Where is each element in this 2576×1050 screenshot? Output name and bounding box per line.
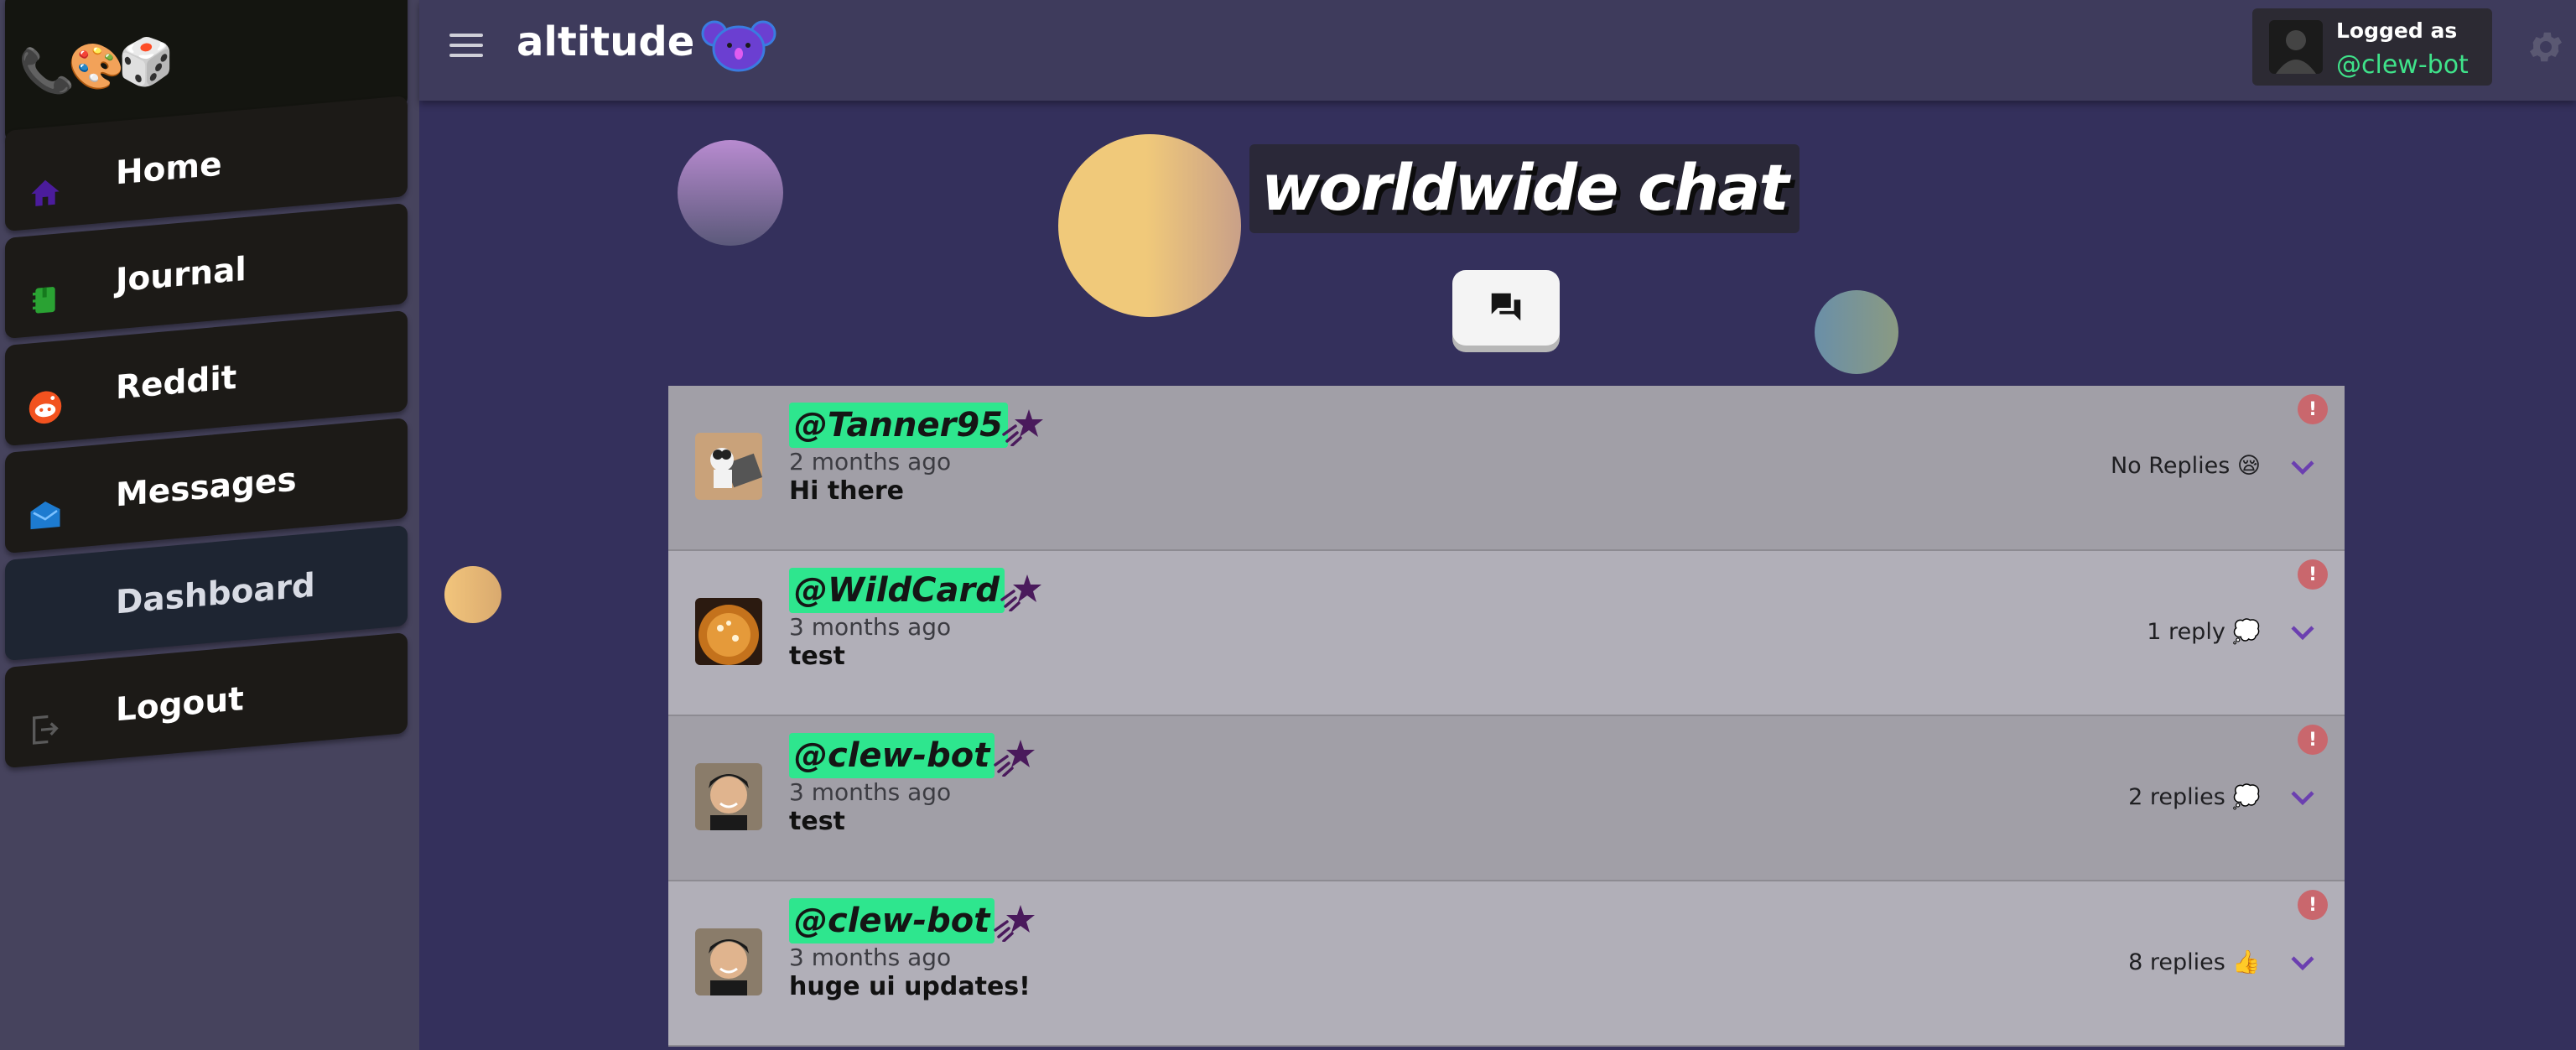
avatar[interactable] xyxy=(695,763,762,830)
home-icon xyxy=(25,171,65,215)
chevron-down-icon[interactable] xyxy=(2288,785,2318,810)
decorative-orb xyxy=(1058,134,1241,317)
post-item: ! @clew-bot 3 months ago test 2 replies … xyxy=(668,716,2345,881)
decorative-orb xyxy=(678,140,783,246)
decorative-orb xyxy=(1815,290,1898,374)
post-message: test xyxy=(789,642,845,671)
reply-count[interactable]: 2 replies 💭 xyxy=(2128,783,2261,810)
post-item: ! @Tanner95 2 months ago Hi there No Rep… xyxy=(668,386,2345,551)
post-time: 3 months ago xyxy=(789,613,952,641)
sidebar-item-label: Messages xyxy=(116,460,297,515)
reddit-icon xyxy=(25,386,65,429)
avatar[interactable] xyxy=(695,598,762,665)
top-bar: altitude Logged as @clew-bot xyxy=(419,0,2576,101)
username-badge[interactable]: @WildCard xyxy=(789,568,1005,613)
reply-count[interactable]: No Replies 😪 xyxy=(2111,453,2261,479)
avatar[interactable] xyxy=(695,928,762,995)
report-button[interactable]: ! xyxy=(2298,559,2328,590)
page-title: worldwide chat xyxy=(1249,144,1800,233)
post-message: test xyxy=(789,807,845,836)
chevron-down-icon[interactable] xyxy=(2288,950,2318,975)
shooting-star-icon xyxy=(1002,409,1043,446)
post-time: 3 months ago xyxy=(789,778,952,806)
report-button[interactable]: ! xyxy=(2298,725,2328,755)
chat-bubbles-icon xyxy=(1491,293,1521,321)
reply-count[interactable]: 8 replies 👍 xyxy=(2128,949,2261,975)
sidebar: 📞🎨🎲 Home Journal Reddit Messages Dashboa… xyxy=(0,0,419,1050)
messages-icon xyxy=(25,493,65,537)
sidebar-item-label: Home xyxy=(116,145,222,193)
chevron-down-icon[interactable] xyxy=(2288,455,2318,480)
post-message: huge ui updates! xyxy=(789,972,1031,1001)
decorative-orb xyxy=(444,566,501,623)
post-time: 3 months ago xyxy=(789,943,952,971)
post-message: Hi there xyxy=(789,476,905,506)
shooting-star-icon xyxy=(1000,574,1041,611)
sidebar-item-label: Dashboard xyxy=(116,566,315,622)
user-info-box[interactable]: Logged as @clew-bot xyxy=(2252,8,2492,86)
shooting-star-icon xyxy=(994,905,1035,942)
username-badge[interactable]: @clew-bot xyxy=(789,733,995,778)
journal-icon xyxy=(25,278,65,322)
koala-logo-icon xyxy=(701,20,776,72)
shooting-star-icon xyxy=(994,740,1035,777)
chat-feed: ! @Tanner95 2 months ago Hi there No Rep… xyxy=(668,386,2345,1050)
logout-icon xyxy=(25,708,65,751)
sidebar-item-label: Journal xyxy=(116,250,247,300)
username-badge[interactable]: @clew-bot xyxy=(789,898,995,943)
user-avatar xyxy=(2269,20,2323,74)
post-item: ! @clew-bot 3 months ago huge ui updates… xyxy=(668,881,2345,1047)
logged-user-handle[interactable]: @clew-bot xyxy=(2336,50,2469,80)
gear-icon[interactable] xyxy=(2526,27,2566,67)
post-item: ! @WildCard 3 months ago test 1 reply 💭 xyxy=(668,551,2345,716)
username-badge[interactable]: @Tanner95 xyxy=(789,403,1009,448)
app-title[interactable]: altitude xyxy=(517,18,694,65)
hamburger-menu-icon[interactable] xyxy=(449,34,483,60)
sidebar-item-label: Reddit xyxy=(116,358,237,408)
new-post-button[interactable] xyxy=(1452,270,1560,346)
logged-as-label: Logged as xyxy=(2336,18,2458,43)
report-button[interactable]: ! xyxy=(2298,394,2328,424)
avatar[interactable] xyxy=(695,433,762,500)
post-time: 2 months ago xyxy=(789,448,952,476)
chevron-down-icon[interactable] xyxy=(2288,620,2318,645)
sidebar-item-label: Logout xyxy=(116,680,244,730)
reply-count[interactable]: 1 reply 💭 xyxy=(2147,618,2261,645)
report-button[interactable]: ! xyxy=(2298,890,2328,920)
